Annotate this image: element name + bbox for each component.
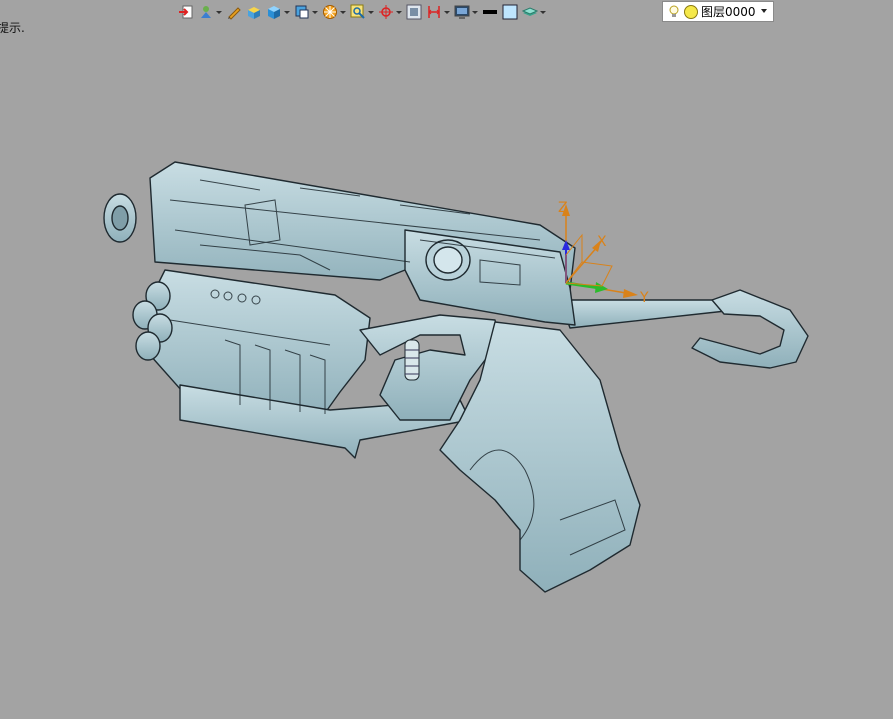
spring [404,339,420,381]
3d-viewport[interactable]: 提示. 图层0000 Z X Y [0,0,893,719]
muzzle-4 [135,331,161,361]
y-axis-label: Y [639,290,649,306]
x-axis-label: X [597,234,607,250]
z-axis-label: Z [558,200,568,216]
3d-model: Z X Y [103,161,809,593]
